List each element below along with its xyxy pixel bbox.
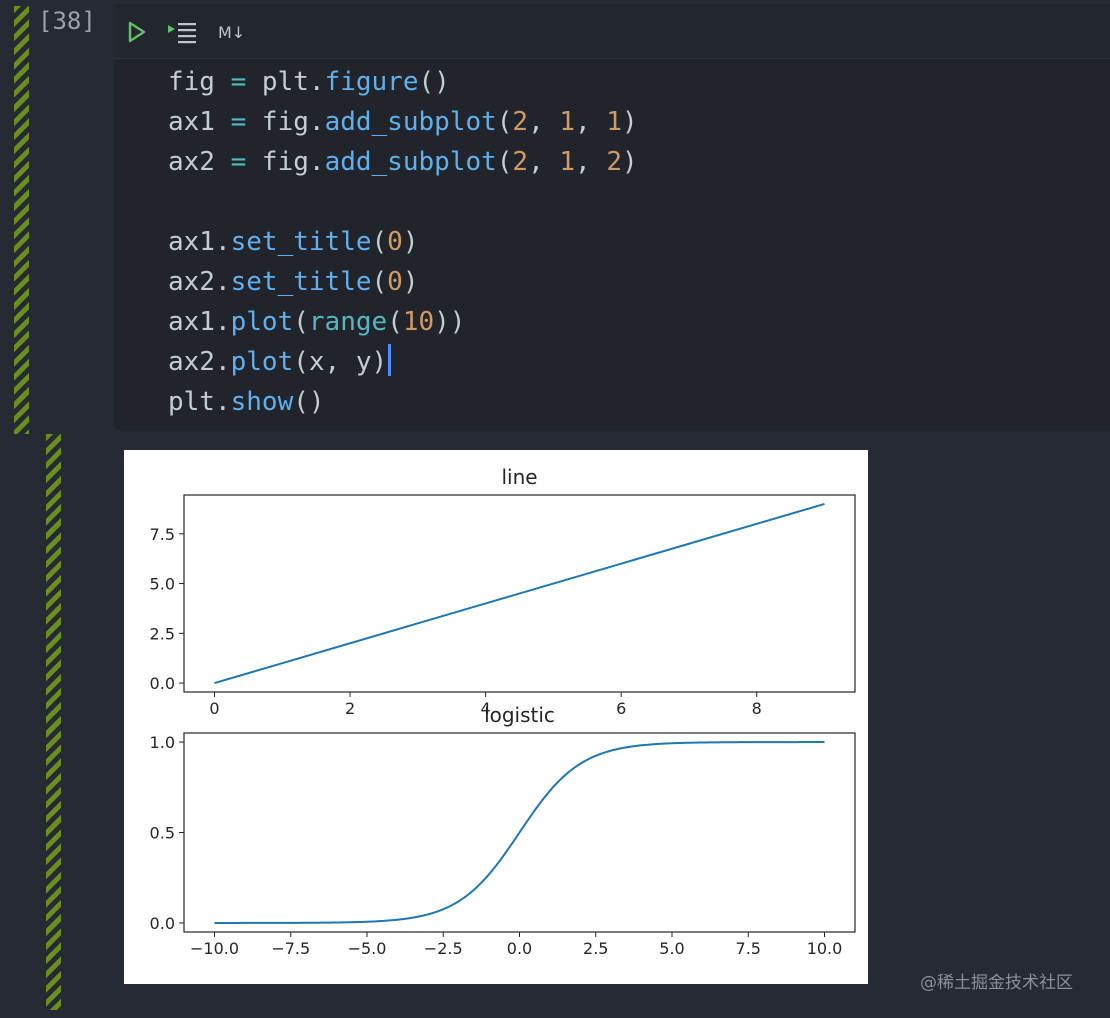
code-line: ax1.plot(range(10)) xyxy=(168,302,638,342)
play-icon xyxy=(126,19,148,45)
x-tick-label: 5.0 xyxy=(659,939,684,958)
subplot-title: line xyxy=(501,465,537,489)
code-line: ax1.set_title(0) xyxy=(168,222,638,262)
x-tick-label: 7.5 xyxy=(736,939,761,958)
code-text: ax2.set_title(0) xyxy=(168,267,418,297)
code-line: ax1 = fig.add_subplot(2, 1, 1) xyxy=(168,102,638,142)
run-cell-button[interactable] xyxy=(126,19,148,45)
code-cell[interactable]: M↓ fig = plt.figure() ax1 = fig.add_subp… xyxy=(114,4,1110,430)
x-tick-label: 10.0 xyxy=(807,939,843,958)
y-tick-label: 0.0 xyxy=(150,674,175,693)
series-line xyxy=(215,504,825,683)
run-below-button[interactable] xyxy=(166,19,202,45)
x-tick-label: 6 xyxy=(616,699,626,718)
code-line: ax2.plot(x, y) xyxy=(168,342,638,382)
x-tick-label: −10.0 xyxy=(190,939,239,958)
matplotlib-figure: 0 2 4 6 80.02.55.07.5line−10.0 −7.5 −5.0 −2.5 0.… xyxy=(124,450,868,984)
y-tick-label: 5.0 xyxy=(150,575,175,594)
x-tick-label: −7.5 xyxy=(271,939,310,958)
cell-status-stripe xyxy=(14,6,29,434)
x-tick-label: 0.0 xyxy=(507,939,532,958)
x-tick-label: −2.5 xyxy=(424,939,463,958)
code-text: ax1.set_title(0) xyxy=(168,227,418,257)
subplot-title: logistic xyxy=(484,703,555,727)
code-text: plt.show() xyxy=(168,387,325,417)
execution-count: [38] xyxy=(38,6,96,36)
code-text: ax1.plot(range(10)) xyxy=(168,307,465,337)
code-line: ax2.set_title(0) xyxy=(168,262,638,302)
markdown-button[interactable]: M↓ xyxy=(218,19,245,45)
x-tick-label: −5.0 xyxy=(348,939,387,958)
code-line: fig = plt.figure() xyxy=(168,62,638,102)
code-editor[interactable]: fig = plt.figure() ax1 = fig.add_subplot… xyxy=(168,62,638,422)
code-line xyxy=(168,182,638,222)
y-tick-label: 7.5 xyxy=(150,525,175,544)
run-below-icon xyxy=(166,19,202,45)
y-tick-label: 2.5 xyxy=(150,624,175,643)
code-line: ax2 = fig.add_subplot(2, 1, 2) xyxy=(168,142,638,182)
code-text: fig = plt.figure() xyxy=(168,67,450,97)
code-text: ax1 = fig.add_subplot(2, 1, 1) xyxy=(168,107,638,137)
cell-toolbar: M↓ xyxy=(114,4,1110,59)
code-text: ax2.plot(x, y) xyxy=(168,347,387,377)
y-tick-label: 0.5 xyxy=(150,824,175,843)
text-cursor xyxy=(388,344,391,376)
output-status-stripe xyxy=(46,434,61,1010)
x-tick-label: 8 xyxy=(752,699,762,718)
watermark: @稀土掘金技术社区 xyxy=(920,968,1073,993)
x-tick-label: 0 xyxy=(209,699,219,718)
series-line xyxy=(215,742,825,923)
output-figure: 0 2 4 6 8 0.0 2.5 5.0 7.5 line −10.0 −7.5 −5.0 −2.5 0.… xyxy=(124,450,868,984)
y-tick-label: 0.0 xyxy=(150,914,175,933)
x-tick-label: 2.5 xyxy=(583,939,608,958)
y-tick-label: 1.0 xyxy=(150,733,175,752)
code-text: ax2 = fig.add_subplot(2, 1, 2) xyxy=(168,147,638,177)
code-line: plt.show() xyxy=(168,382,638,422)
x-tick-label: 2 xyxy=(345,699,355,718)
